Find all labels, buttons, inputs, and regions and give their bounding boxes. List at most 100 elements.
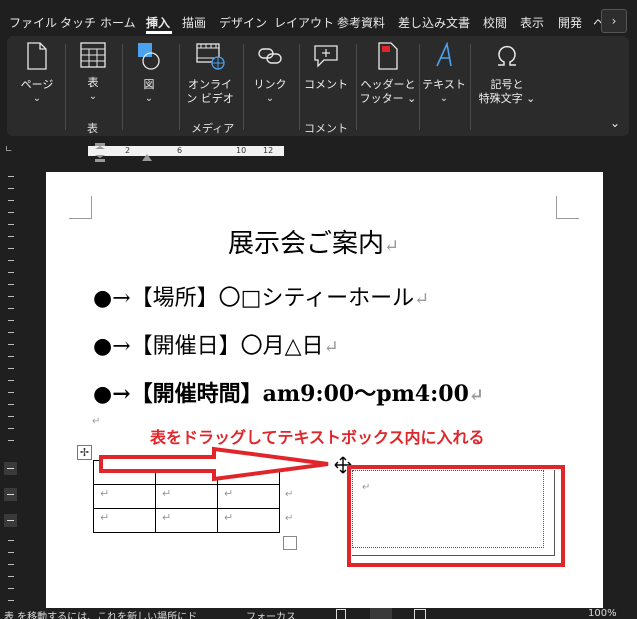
tab-references[interactable]: 参考資料 — [337, 14, 385, 31]
table-cell[interactable]: ↵ — [217, 484, 280, 509]
ribbon-collapse-button[interactable]: ⌄ — [607, 116, 623, 130]
text-label: テキスト — [422, 78, 466, 91]
bullet-line-text: ●→【場所】〇□シティーホール — [93, 286, 415, 311]
cell-mark: ↵ — [162, 511, 172, 524]
header-footer-button[interactable]: ヘッダーと フッター ⌄ — [359, 42, 417, 106]
table-grid-icon — [80, 42, 106, 68]
symbol-label-1: 記号と — [490, 78, 524, 91]
tab-stop-selector-icon[interactable]: ∟ — [5, 145, 13, 155]
status-bar: 表 を移動するには、これを新しい場所にド フォーカス 100% — [0, 608, 637, 619]
group-label-media: メディア — [191, 122, 235, 135]
bullet-line-location[interactable]: ●→【場所】〇□シティーホール↵ — [93, 280, 429, 312]
ruler-tick — [8, 236, 14, 237]
online-video-button[interactable]: オンライ ン ビデオ — [183, 42, 237, 106]
tab-developer[interactable]: 開発 — [558, 14, 582, 31]
group-divider — [243, 44, 244, 130]
bullet-line-date[interactable]: ●→【開催日】〇月△日↵ — [93, 328, 339, 360]
link-button[interactable]: リンク ⌄ — [247, 42, 293, 106]
table-cell[interactable]: ↵ — [217, 508, 280, 533]
tab-mailings[interactable]: 差し込み文書 — [398, 14, 470, 31]
cell-mark: ↵ — [100, 511, 110, 524]
table-cell[interactable]: ↵ — [93, 484, 156, 509]
chevron-down-icon: ⌄ — [144, 93, 154, 104]
table-row: ↵ ↵ ↵ — [93, 508, 280, 533]
zoom-level[interactable]: 100% — [588, 608, 617, 619]
ruler-tick — [8, 188, 14, 189]
horizontal-ruler-bar: ∟ 2 6 10 12 — [0, 140, 637, 164]
ruler-tick — [8, 212, 14, 213]
ruler-tick — [8, 588, 14, 589]
page-label: ページ — [20, 78, 54, 91]
read-mode-icon[interactable] — [336, 609, 346, 619]
row-marker[interactable] — [4, 462, 17, 475]
ruler-tick — [8, 260, 14, 261]
figure-button[interactable]: 図 ⌄ — [129, 42, 169, 106]
paragraph-mark: ↵ — [323, 337, 339, 358]
comment-button[interactable]: コメント — [303, 42, 349, 92]
ruler-number: 10 — [236, 146, 247, 155]
tab-review[interactable]: 校閲 — [483, 14, 507, 31]
ruler-tick — [8, 332, 14, 333]
bullet-line-time[interactable]: ●→【開催時間】am9:00〜pm4:00↵ — [93, 376, 484, 408]
symbol-button[interactable]: 記号と 特殊文字 ⌄ — [473, 42, 541, 106]
tab-layout[interactable]: レイアウト — [274, 14, 334, 31]
tab-draw[interactable]: 描画 — [182, 14, 206, 31]
tab-design[interactable]: デザイン — [219, 14, 267, 31]
row-end-mark: ↵ — [285, 489, 294, 500]
row-marker[interactable] — [4, 488, 17, 501]
header-footer-icon — [378, 42, 398, 70]
table-move-handle-icon[interactable]: ✢ — [77, 445, 92, 460]
ruler-tick — [8, 248, 14, 249]
ruler-tick — [8, 200, 14, 201]
table-row: ↵ ↵ ↵ — [93, 484, 280, 509]
group-divider — [299, 44, 300, 130]
ruler-tick — [8, 356, 14, 357]
table-resize-handle-icon[interactable] — [283, 536, 297, 550]
table-column-marker-icon[interactable] — [141, 152, 153, 162]
chevron-down-icon: ⌄ — [32, 93, 42, 104]
horizontal-ruler[interactable]: 2 6 10 12 — [88, 146, 284, 156]
tab-scroll-right-button[interactable]: › — [601, 9, 627, 33]
page-icon — [27, 42, 47, 70]
margin-corner-marker — [69, 196, 92, 219]
indent-marker-icon[interactable] — [94, 142, 106, 162]
active-tab-indicator — [146, 31, 172, 34]
symbol-label-2: 特殊文字 ⌄ — [478, 92, 536, 105]
group-divider — [179, 44, 180, 130]
table-cell[interactable]: ↵ — [155, 508, 218, 533]
ruler-tick — [8, 404, 14, 405]
text-button[interactable]: テキスト ⌄ — [421, 41, 467, 106]
ruler-tick — [8, 600, 14, 601]
table-cell[interactable]: ↵ — [155, 484, 218, 509]
ruler-tick — [8, 392, 14, 393]
tab-view[interactable]: 表示 — [520, 14, 544, 31]
ribbon-tab-bar: ファイル タッチ ホーム 挿入 描画 デザイン レイアウト 参考資料 差し込み文… — [0, 0, 637, 34]
table-cell[interactable]: ↵ — [93, 508, 156, 533]
table-label: 表 — [87, 76, 99, 89]
shapes-icon — [138, 43, 160, 70]
ruler-tick — [8, 380, 14, 381]
vertical-ruler[interactable] — [0, 168, 20, 618]
cell-mark: ↵ — [224, 487, 234, 500]
bullet-line-text: ●→【開催日】〇月△日 — [93, 334, 324, 359]
group-label-comment: コメント — [304, 122, 348, 135]
drag-arrow-icon — [99, 446, 329, 482]
tab-touch[interactable]: タッチ — [60, 14, 96, 31]
table-button[interactable]: 表 ⌄ — [71, 42, 115, 104]
figure-label: 図 — [143, 78, 155, 91]
tab-home[interactable]: ホーム — [100, 14, 136, 31]
web-layout-icon[interactable] — [414, 609, 426, 619]
focus-button[interactable]: フォーカス — [246, 608, 296, 619]
annotation-instruction: 表をドラッグしてテキストボックス内に入れる — [150, 428, 485, 447]
tab-file[interactable]: ファイル — [9, 14, 57, 31]
group-divider — [65, 44, 66, 130]
row-marker[interactable] — [4, 514, 17, 527]
ruler-tick — [8, 564, 14, 565]
group-divider — [122, 44, 123, 130]
tab-insert[interactable]: 挿入 — [146, 14, 170, 31]
print-layout-icon[interactable] — [370, 608, 392, 619]
ruler-tick — [8, 552, 14, 553]
page-button[interactable]: ページ ⌄ — [13, 42, 61, 106]
document-title[interactable]: 展示会ご案内↵ — [228, 223, 399, 260]
ruler-tick — [8, 176, 14, 177]
